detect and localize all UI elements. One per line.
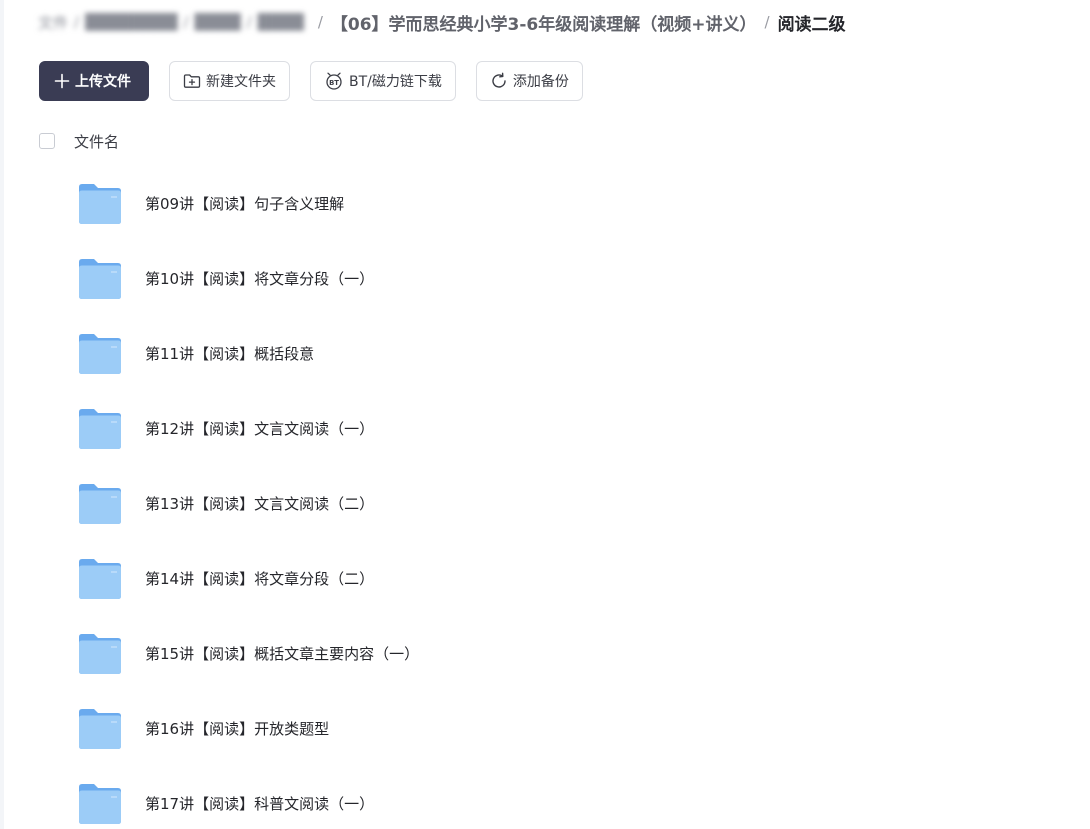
plus-icon	[54, 73, 70, 89]
file-list: 第09讲【阅读】句子含义理解 第10讲【阅读】将文章分段（一） 第11讲【阅读】…	[0, 166, 1090, 829]
file-name: 第09讲【阅读】句子含义理解	[145, 195, 345, 213]
breadcrumb-separator: /	[764, 13, 770, 31]
breadcrumb-separator: /	[317, 13, 323, 31]
bt-icon: BT	[324, 72, 344, 90]
folder-icon	[77, 257, 123, 301]
refresh-icon	[490, 72, 508, 90]
list-item[interactable]: 第09讲【阅读】句子含义理解	[0, 166, 1090, 241]
svg-text:BT: BT	[329, 79, 339, 87]
file-name: 第11讲【阅读】概括段意	[145, 345, 315, 363]
breadcrumb-current: 阅读二级	[777, 14, 846, 35]
list-header: 文件名	[39, 128, 119, 154]
list-item[interactable]: 第12讲【阅读】文言文阅读（一）	[0, 391, 1090, 466]
list-item[interactable]: 第13讲【阅读】文言文阅读（二）	[0, 466, 1090, 541]
file-browser: 文件 / ████████ / ████ / ████ / 【06】学而思经典小…	[0, 0, 1090, 829]
new-folder-button[interactable]: 新建文件夹	[169, 61, 290, 101]
list-item[interactable]: 第11讲【阅读】概括段意	[0, 316, 1090, 391]
folder-icon	[77, 782, 123, 826]
breadcrumb-blurred-path[interactable]: 文件 / ████████ / ████ / ████	[38, 12, 310, 33]
file-name: 第14讲【阅读】将文章分段（二）	[145, 570, 375, 588]
folder-icon	[77, 332, 123, 376]
file-name: 第16讲【阅读】开放类题型	[145, 720, 330, 738]
breadcrumb: 文件 / ████████ / ████ / ████ / 【06】学而思经典小…	[38, 8, 846, 36]
folder-icon	[77, 557, 123, 601]
folder-icon	[77, 407, 123, 451]
list-item[interactable]: 第14讲【阅读】将文章分段（二）	[0, 541, 1090, 616]
folder-icon	[77, 482, 123, 526]
file-name: 第12讲【阅读】文言文阅读（一）	[145, 420, 375, 438]
breadcrumb-parent[interactable]: 【06】学而思经典小学3-6年级阅读理解（视频+讲义）	[331, 10, 757, 35]
bt-download-label: BT/磁力链下载	[349, 74, 442, 90]
column-header-filename[interactable]: 文件名	[74, 131, 119, 152]
folder-icon	[77, 182, 123, 226]
folder-plus-icon	[183, 73, 201, 89]
toolbar: 上传文件 新建文件夹 BT BT/磁力链下载 添加备份	[39, 61, 603, 101]
folder-icon	[77, 632, 123, 676]
upload-label: 上传文件	[75, 74, 131, 90]
file-name: 第10讲【阅读】将文章分段（一）	[145, 270, 375, 288]
folder-icon	[77, 707, 123, 751]
add-backup-button[interactable]: 添加备份	[475, 61, 583, 101]
file-name: 第13讲【阅读】文言文阅读（二）	[145, 495, 375, 513]
new-folder-label: 新建文件夹	[206, 74, 276, 90]
list-item[interactable]: 第16讲【阅读】开放类题型	[0, 691, 1090, 766]
list-item[interactable]: 第15讲【阅读】概括文章主要内容（一）	[0, 616, 1090, 691]
add-backup-label: 添加备份	[512, 74, 569, 90]
upload-button[interactable]: 上传文件	[39, 61, 149, 101]
file-name: 第17讲【阅读】科普文阅读（一）	[145, 795, 375, 813]
list-item[interactable]: 第10讲【阅读】将文章分段（一）	[0, 241, 1090, 316]
file-name: 第15讲【阅读】概括文章主要内容（一）	[145, 645, 420, 663]
select-all-checkbox[interactable]	[39, 133, 55, 149]
list-item[interactable]: 第17讲【阅读】科普文阅读（一）	[0, 766, 1090, 829]
bt-download-button[interactable]: BT BT/磁力链下载	[310, 61, 456, 101]
